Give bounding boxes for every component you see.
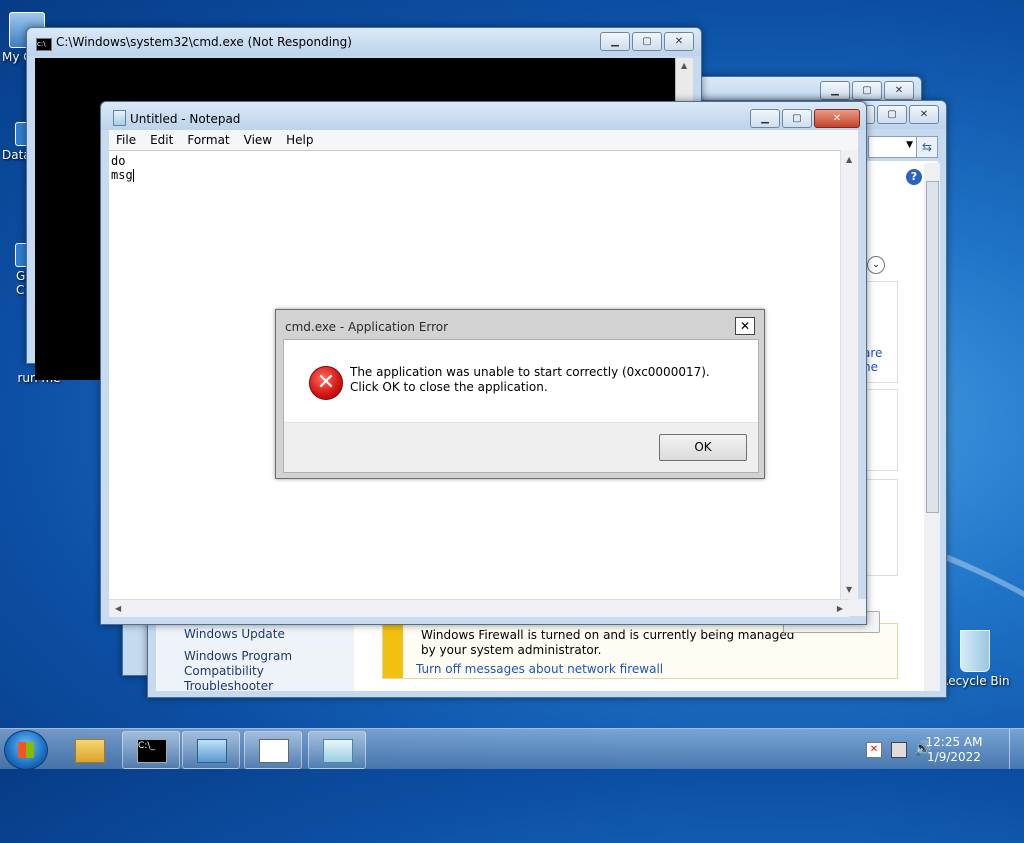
see-also-panel: Windows Update Windows Program Compatibi… — [156, 621, 354, 694]
start-button[interactable] — [4, 730, 48, 770]
recycle-bin-icon — [960, 630, 990, 672]
taskbar-control-panel[interactable] — [182, 731, 240, 769]
caption-buttons: ▁ ▢ ✕ — [600, 32, 694, 51]
menu-file[interactable]: File — [109, 133, 143, 147]
expand-chevron-icon[interactable]: ⌄ — [867, 256, 885, 274]
menu-format[interactable]: Format — [180, 133, 236, 147]
dialog-title: cmd.exe - Application Error — [285, 320, 449, 334]
vertical-scrollbar[interactable]: ▲ ▼ — [840, 150, 858, 599]
caption-buttons: ▁ ▢ ✕ — [820, 81, 914, 100]
window-icon — [259, 739, 289, 763]
address-dropdown[interactable]: ▼ — [868, 136, 918, 158]
close-button[interactable]: ✕ — [814, 109, 860, 128]
text-caret — [132, 168, 134, 182]
taskbar-notepad-window[interactable] — [244, 731, 302, 769]
show-desktop-button[interactable] — [1009, 729, 1024, 769]
notepad-icon — [323, 739, 353, 763]
minimize-button[interactable]: ▁ — [600, 32, 630, 51]
turn-off-messages-link[interactable]: Turn off messages about network firewall — [416, 662, 663, 676]
resize-corner — [849, 599, 866, 616]
menu-edit[interactable]: Edit — [143, 133, 180, 147]
help-icon[interactable]: ? — [906, 169, 922, 185]
taskbar-explorer[interactable] — [60, 731, 118, 769]
caption-buttons: ▁ ▢ ✕ — [750, 109, 860, 128]
taskbar-cmd[interactable]: C:\_ — [122, 731, 180, 769]
taskbar: C:\_ ✕ 🔊 12:25 AM 1/9/2022 — [0, 728, 1024, 770]
maximize-button[interactable]: ▢ — [632, 32, 662, 51]
folder-icon — [75, 739, 105, 763]
scroll-down-icon[interactable]: ▼ — [846, 585, 852, 594]
vertical-scrollbar[interactable]: ▲ — [675, 58, 693, 103]
scroll-up-icon[interactable]: ▲ — [681, 61, 687, 70]
link-compat-troubleshooter[interactable]: Windows Program Compatibility Troublesho… — [184, 649, 354, 694]
link-windows-update[interactable]: Windows Update — [184, 627, 285, 641]
editor-content: do msg — [111, 154, 134, 182]
minimize-button[interactable]: ▁ — [820, 81, 850, 100]
menu-view[interactable]: View — [237, 133, 279, 147]
horizontal-scrollbar[interactable]: ◀ ▶ — [109, 599, 849, 617]
desktop-icon-label: Recycle Bin — [940, 674, 1010, 688]
application-error-dialog[interactable]: cmd.exe - Application Error ✕ ✕ The appl… — [275, 309, 765, 479]
text-line: msg — [111, 168, 133, 182]
window-title: C:\Windows\system32\cmd.exe (Not Respond… — [56, 35, 352, 49]
clock-date: 1/9/2022 — [927, 750, 981, 764]
text-line: do — [111, 154, 126, 168]
cmd-icon: c:\ — [36, 38, 52, 51]
menu-help[interactable]: Help — [279, 133, 320, 147]
dialog-body: ✕ The application was unable to start co… — [283, 339, 759, 473]
vertical-scrollbar[interactable] — [924, 163, 940, 691]
windows-logo-icon — [18, 742, 34, 758]
maximize-button[interactable]: ▢ — [852, 81, 882, 100]
scroll-left-icon[interactable]: ◀ — [115, 604, 121, 613]
maximize-button[interactable]: ▢ — [877, 105, 907, 124]
close-button[interactable]: ✕ — [664, 32, 694, 51]
notice-accent — [383, 624, 403, 678]
desktop-icon-recycle-bin[interactable]: Recycle Bin — [940, 630, 1010, 688]
refresh-icon[interactable]: ⇆ — [916, 136, 938, 158]
firewall-message: Windows Firewall is turned on and is cur… — [421, 628, 795, 657]
menu-bar: File Edit Format View Help — [109, 130, 858, 150]
scroll-thumb[interactable] — [926, 181, 939, 513]
minimize-button[interactable]: ▁ — [750, 109, 780, 128]
maximize-button[interactable]: ▢ — [782, 109, 812, 128]
taskbar-notepad[interactable] — [308, 731, 366, 769]
scroll-up-icon[interactable]: ▲ — [846, 155, 852, 164]
close-icon[interactable]: ✕ — [735, 317, 755, 335]
error-icon: ✕ — [309, 366, 343, 400]
ok-button[interactable]: OK — [659, 434, 747, 461]
network-icon[interactable] — [891, 742, 907, 758]
text-line-with-caret: msg — [111, 168, 134, 182]
clock-time: 12:25 AM — [925, 735, 983, 749]
notepad-icon — [113, 110, 126, 126]
scroll-right-icon[interactable]: ▶ — [837, 604, 843, 613]
clock[interactable]: 12:25 AM 1/9/2022 — [924, 735, 984, 765]
close-button[interactable]: ✕ — [884, 81, 914, 100]
error-message: The application was unable to start corr… — [350, 365, 710, 394]
cmd-icon: C:\_ — [137, 739, 167, 763]
dialog-footer: OK — [284, 422, 758, 472]
action-center-alert-icon[interactable]: ✕ — [866, 742, 882, 758]
chevron-down-icon: ▼ — [906, 140, 913, 150]
control-panel-icon — [197, 739, 227, 763]
close-button[interactable]: ✕ — [909, 105, 939, 124]
window-title: Untitled - Notepad — [130, 112, 241, 126]
